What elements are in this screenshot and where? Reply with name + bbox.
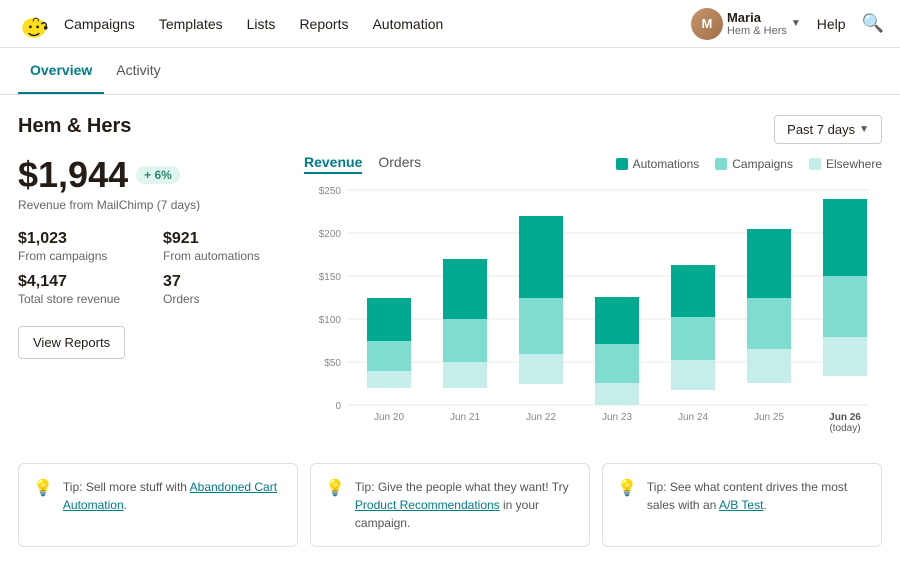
tip-text-0: Tip: Sell more stuff with Abandoned Cart…: [63, 478, 283, 514]
tip-prefix-0: Tip: Sell more stuff with: [63, 480, 190, 494]
legend-automations: Automations: [616, 157, 700, 171]
svg-text:Jun 22: Jun 22: [526, 412, 556, 423]
chart-tabs: Revenue Orders: [304, 154, 421, 174]
user-name: Maria: [727, 10, 787, 25]
stat-campaigns-revenue: $1,023 From campaigns: [18, 230, 143, 263]
chart-legend: Automations Campaigns Elsewhere: [616, 157, 882, 171]
chevron-down-icon: ▼: [859, 124, 869, 135]
legend-label-automations: Automations: [633, 157, 700, 171]
view-reports-button[interactable]: View Reports: [18, 326, 125, 359]
tip-card-2: 💡 Tip: See what content drives the most …: [602, 463, 882, 547]
tip-icon-1: 💡: [325, 478, 345, 498]
date-range-selector[interactable]: Past 7 days ▼: [774, 115, 882, 144]
stat-store-revenue: $4,147 Total store revenue: [18, 273, 143, 306]
tip-text-2: Tip: See what content drives the most sa…: [647, 478, 867, 514]
legend-campaigns: Campaigns: [715, 157, 793, 171]
svg-text:$100: $100: [319, 315, 342, 326]
tips-section: 💡 Tip: Sell more stuff with Abandoned Ca…: [18, 463, 882, 547]
nav-lists[interactable]: Lists: [247, 16, 276, 32]
user-text: Maria Hem & Hers: [727, 10, 787, 37]
svg-text:0: 0: [335, 401, 341, 412]
stats-grid: $1,023 From campaigns $921 From automati…: [18, 230, 288, 306]
stat-label: From campaigns: [18, 249, 143, 263]
stat-automations-revenue: $921 From automations: [163, 230, 288, 263]
legend-color-campaigns: [715, 158, 727, 170]
help-link[interactable]: Help: [817, 16, 846, 32]
tip-text-1: Tip: Give the people what they want! Try…: [355, 478, 575, 532]
svg-text:Jun 24: Jun 24: [678, 412, 708, 423]
date-range-label: Past 7 days: [787, 122, 855, 137]
svg-text:$200: $200: [319, 229, 342, 240]
legend-color-elsewhere: [809, 158, 821, 170]
nav-reports[interactable]: Reports: [299, 16, 348, 32]
revenue-section: $1,944 + 6% Revenue from MailChimp (7 da…: [18, 154, 882, 445]
nav-right: M Maria Hem & Hers ▼ Help 🔍: [691, 8, 884, 40]
tip-suffix-0: .: [124, 498, 127, 512]
tip-icon-0: 💡: [33, 478, 53, 498]
revenue-label: Revenue from MailChimp (7 days): [18, 198, 288, 212]
legend-label-elsewhere: Elsewhere: [826, 157, 882, 171]
nav-automation[interactable]: Automation: [372, 16, 443, 32]
stat-value: $921: [163, 230, 288, 248]
revenue-value: $1,944: [18, 154, 128, 196]
nav-links: Campaigns Templates Lists Reports Automa…: [64, 16, 691, 32]
chart-top: Revenue Orders Automations Campaigns Els…: [304, 154, 882, 174]
legend-color-automations: [616, 158, 628, 170]
chart-tab-revenue[interactable]: Revenue: [304, 154, 362, 174]
svg-text:$50: $50: [324, 358, 341, 369]
search-icon[interactable]: 🔍: [862, 13, 884, 34]
store-name: Hem & Hers: [18, 115, 131, 138]
chart-area: Revenue Orders Automations Campaigns Els…: [304, 154, 882, 445]
revenue-badge: + 6%: [136, 166, 180, 184]
tab-overview[interactable]: Overview: [18, 48, 104, 94]
bar-chart: $250 $200 $150 $100 $50 0: [304, 182, 882, 445]
svg-text:Jun 20: Jun 20: [374, 412, 404, 423]
tip-suffix-2: .: [763, 498, 766, 512]
user-menu[interactable]: M Maria Hem & Hers ▼: [691, 8, 801, 40]
svg-text:Jun 25: Jun 25: [754, 412, 784, 423]
stat-label: Total store revenue: [18, 292, 143, 306]
stat-orders: 37 Orders: [163, 273, 288, 306]
tip-card-1: 💡 Tip: Give the people what they want! T…: [310, 463, 590, 547]
tip-prefix-1: Tip: Give the people what they want! Try: [355, 480, 569, 494]
store-header: Hem & Hers Past 7 days ▼: [18, 115, 882, 144]
tip-link-1[interactable]: Product Recommendations: [355, 498, 500, 512]
chart-tab-orders[interactable]: Orders: [378, 154, 421, 174]
legend-label-campaigns: Campaigns: [732, 157, 793, 171]
legend-elsewhere: Elsewhere: [809, 157, 882, 171]
chevron-down-icon: ▼: [791, 18, 801, 29]
tab-activity[interactable]: Activity: [104, 48, 172, 94]
tip-card-0: 💡 Tip: Sell more stuff with Abandoned Ca…: [18, 463, 298, 547]
user-org: Hem & Hers: [727, 25, 787, 37]
svg-text:$150: $150: [319, 272, 342, 283]
tip-icon-2: 💡: [617, 478, 637, 498]
nav-campaigns[interactable]: Campaigns: [64, 16, 135, 32]
navbar: Campaigns Templates Lists Reports Automa…: [0, 0, 900, 48]
svg-text:Jun 23: Jun 23: [602, 412, 632, 423]
page-tabs: Overview Activity: [0, 48, 900, 95]
main-content: Hem & Hers Past 7 days ▼ $1,944 + 6% Rev…: [0, 95, 900, 567]
mailchimp-logo[interactable]: [16, 8, 48, 40]
stat-value: $4,147: [18, 273, 143, 291]
svg-text:Jun 21: Jun 21: [450, 412, 480, 423]
stat-label: From automations: [163, 249, 288, 263]
left-panel: $1,944 + 6% Revenue from MailChimp (7 da…: [18, 154, 288, 445]
avatar: M: [691, 8, 723, 40]
svg-text:Jun 26: Jun 26: [829, 412, 861, 423]
svg-text:$250: $250: [319, 186, 342, 197]
stat-label: Orders: [163, 292, 288, 306]
revenue-amount: $1,944 + 6%: [18, 154, 288, 196]
stat-value: 37: [163, 273, 288, 291]
tip-link-2[interactable]: A/B Test: [719, 498, 763, 512]
stat-value: $1,023: [18, 230, 143, 248]
nav-templates[interactable]: Templates: [159, 16, 223, 32]
svg-text:(today): (today): [829, 423, 860, 434]
